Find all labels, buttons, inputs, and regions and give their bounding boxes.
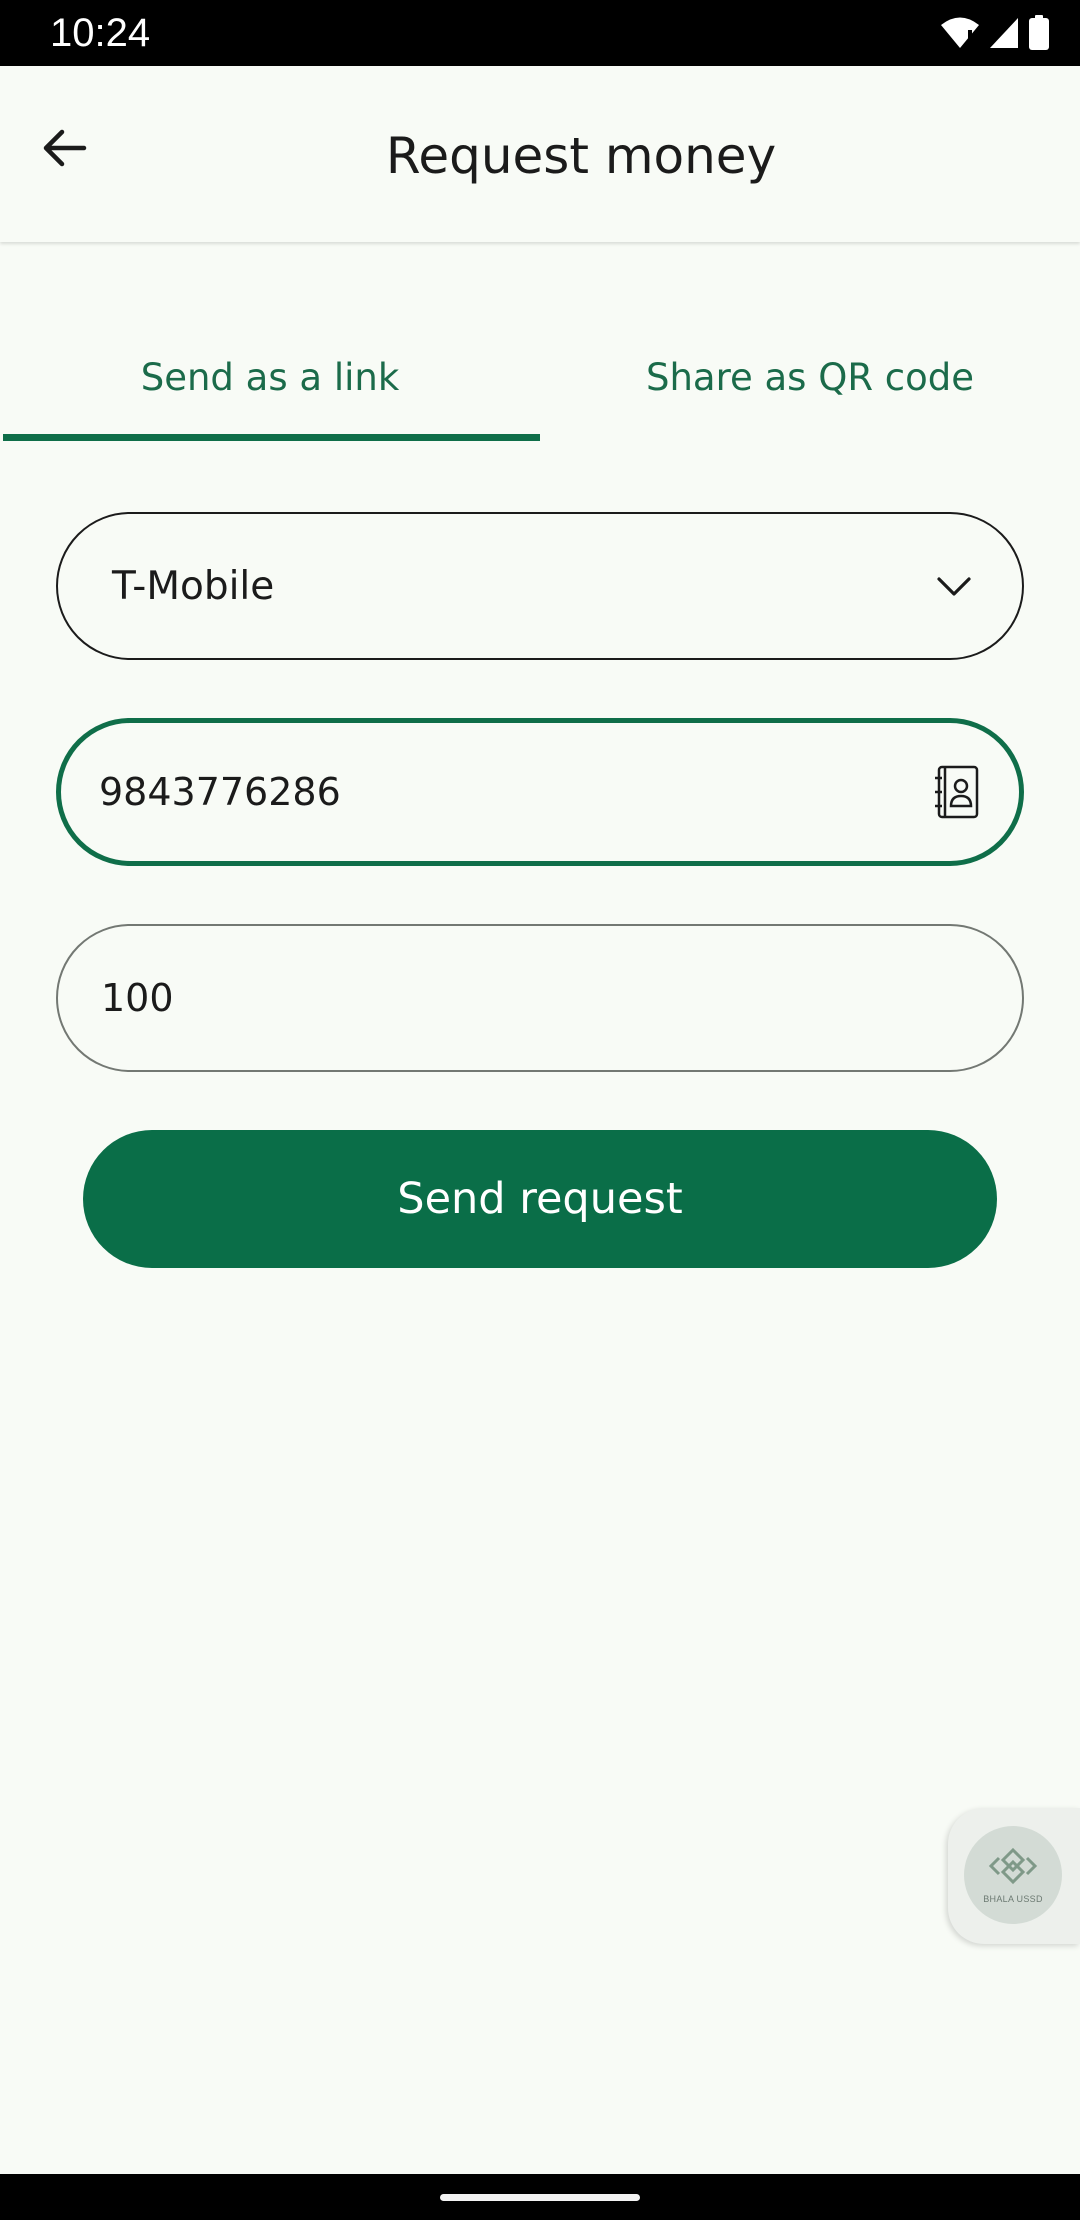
home-handle[interactable] [440,2194,640,2201]
page-title: Request money [385,127,777,185]
carrier-dropdown[interactable]: T-Mobile [56,512,1024,660]
tab-share-as-qr[interactable]: Share as QR code [540,300,1080,445]
amount-field[interactable]: 100 [56,924,1024,1072]
status-icons [940,12,1050,54]
status-time: 10:24 [50,11,151,55]
navigation-bar [0,2174,1080,2220]
wifi-icon [940,16,980,50]
phone-number-value: 9843776286 [99,770,341,814]
ussd-floating-widget[interactable]: BHALA USSD [948,1808,1080,1944]
amount-value: 100 [101,976,174,1020]
tab-label: Share as QR code [645,356,975,399]
tab-label: Send as a link [140,356,400,399]
chevron-down-icon [934,566,974,606]
status-bar: 10:24 [0,0,1080,66]
tab-send-as-link[interactable]: Send as a link [0,300,540,445]
ussd-logo-icon [987,1846,1039,1890]
ussd-badge: BHALA USSD [964,1826,1062,1924]
send-request-button[interactable]: Send request [83,1130,997,1268]
tab-bar: Send as a link Share as QR code [0,300,1080,445]
ussd-label: BHALA USSD [983,1894,1043,1904]
phone-number-field[interactable]: 9843776286 [56,718,1024,866]
carrier-value: T-Mobile [112,563,275,609]
contact-book-icon[interactable] [933,764,981,820]
signal-icon [988,16,1020,50]
battery-icon [1028,15,1050,51]
tab-indicator [3,434,540,441]
app-bar: Request money [0,66,1080,242]
